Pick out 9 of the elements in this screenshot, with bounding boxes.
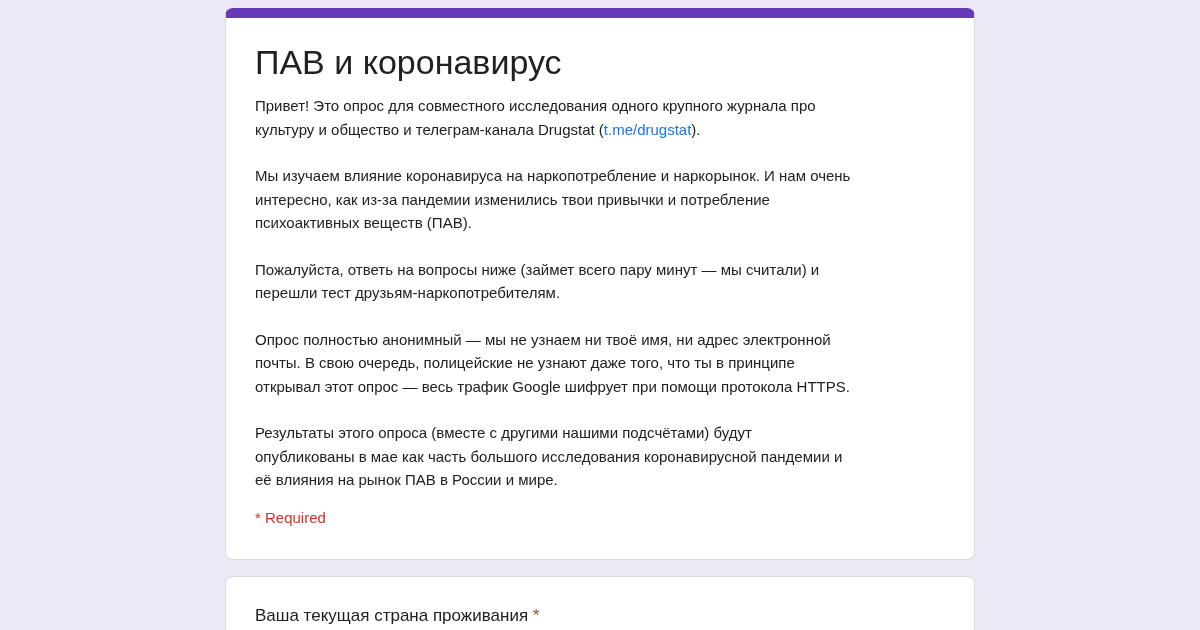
description-paragraph: Опрос полностью анонимный — мы не узнаем ни твоё имя, ни адрес электронной почты. В свою очередь, полицейские не узнают даже того, что ты в принципе открывал этот опрос — весь трафик Google шифрует при помощи протокола HTTPS. [255,329,851,397]
telegram-link[interactable]: t.me/drugstat [603,120,692,138]
description-paragraph: Результаты этого опроса (вместе с другими нашими подсчётами) будут опубликованы в мае как часть большого исследования коронавирусной пандемии и её влияния на рынок ПАВ в России и мире. [255,423,844,490]
description-paragraph: Пожалуйста, ответь на вопросы ниже (займет всего пару минут — мы считали) и перешли тест друзьям-наркопотребителям. [255,259,821,303]
form-title: ПАВ и коронавирус [255,42,563,83]
description-paragraph: Привет! Это опрос для совместного исследования одного крупного журнала про культуру и общество и телеграм-канала Drugstat (t.me/drugstat). [255,96,817,140]
description-paragraph: Мы изучаем влияние коронавируса на наркопотребление и наркорынок. И нам очень интересно, как из-за пандемии изменились твои привычки и потребление психоактивных веществ (ПАВ). [255,166,852,233]
required-note: * Required [255,507,327,528]
question-label: Ваша текущая страна проживания * [255,606,540,625]
